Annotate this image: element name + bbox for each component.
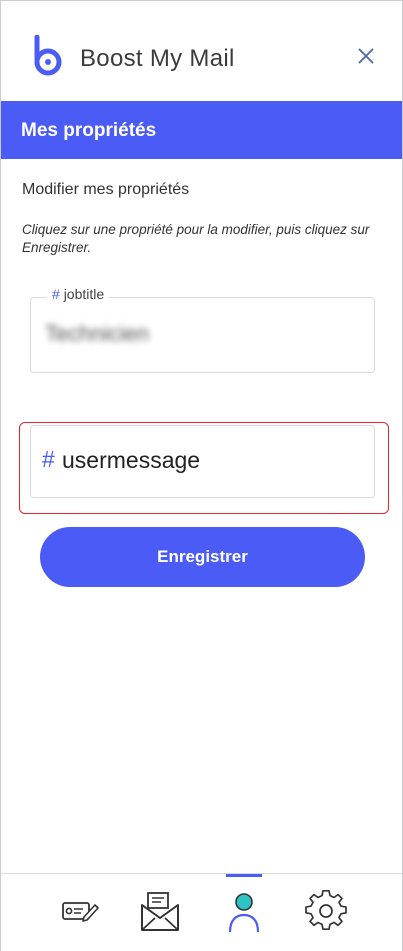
app-header: Boost My Mail [1,1,402,101]
app-frame: Boost My Mail Mes propriétés Modifier me… [0,0,403,951]
page-subtitle: Modifier mes propriétés [22,181,190,198]
jobtitle-field-label: # jobtitle [47,286,110,302]
save-button[interactable]: Enregistrer [40,527,365,587]
usermessage-name: usermessage [62,447,201,473]
close-icon[interactable] [356,46,376,66]
hash-icon: # [52,286,60,302]
jobtitle-name: jobtitle [63,286,105,302]
instruction-text: Cliquez sur une propriété pour la modifi… [22,222,370,255]
jobtitle-value: Technicien [45,321,149,346]
section-title: Mes propriétés [21,120,157,141]
hash-icon: # [42,446,55,472]
save-button-label: Enregistrer [157,547,248,566]
active-tab-indicator [226,874,262,877]
user-icon[interactable] [221,888,267,934]
mail-icon[interactable] [137,888,183,934]
app-title: Boost My Mail [80,45,235,72]
section-header-bar: Mes propriétés [1,101,402,159]
signature-card-icon[interactable] [57,888,103,934]
bottom-nav [1,873,402,951]
boost-logo-icon [34,35,62,76]
gear-icon[interactable] [303,888,349,934]
